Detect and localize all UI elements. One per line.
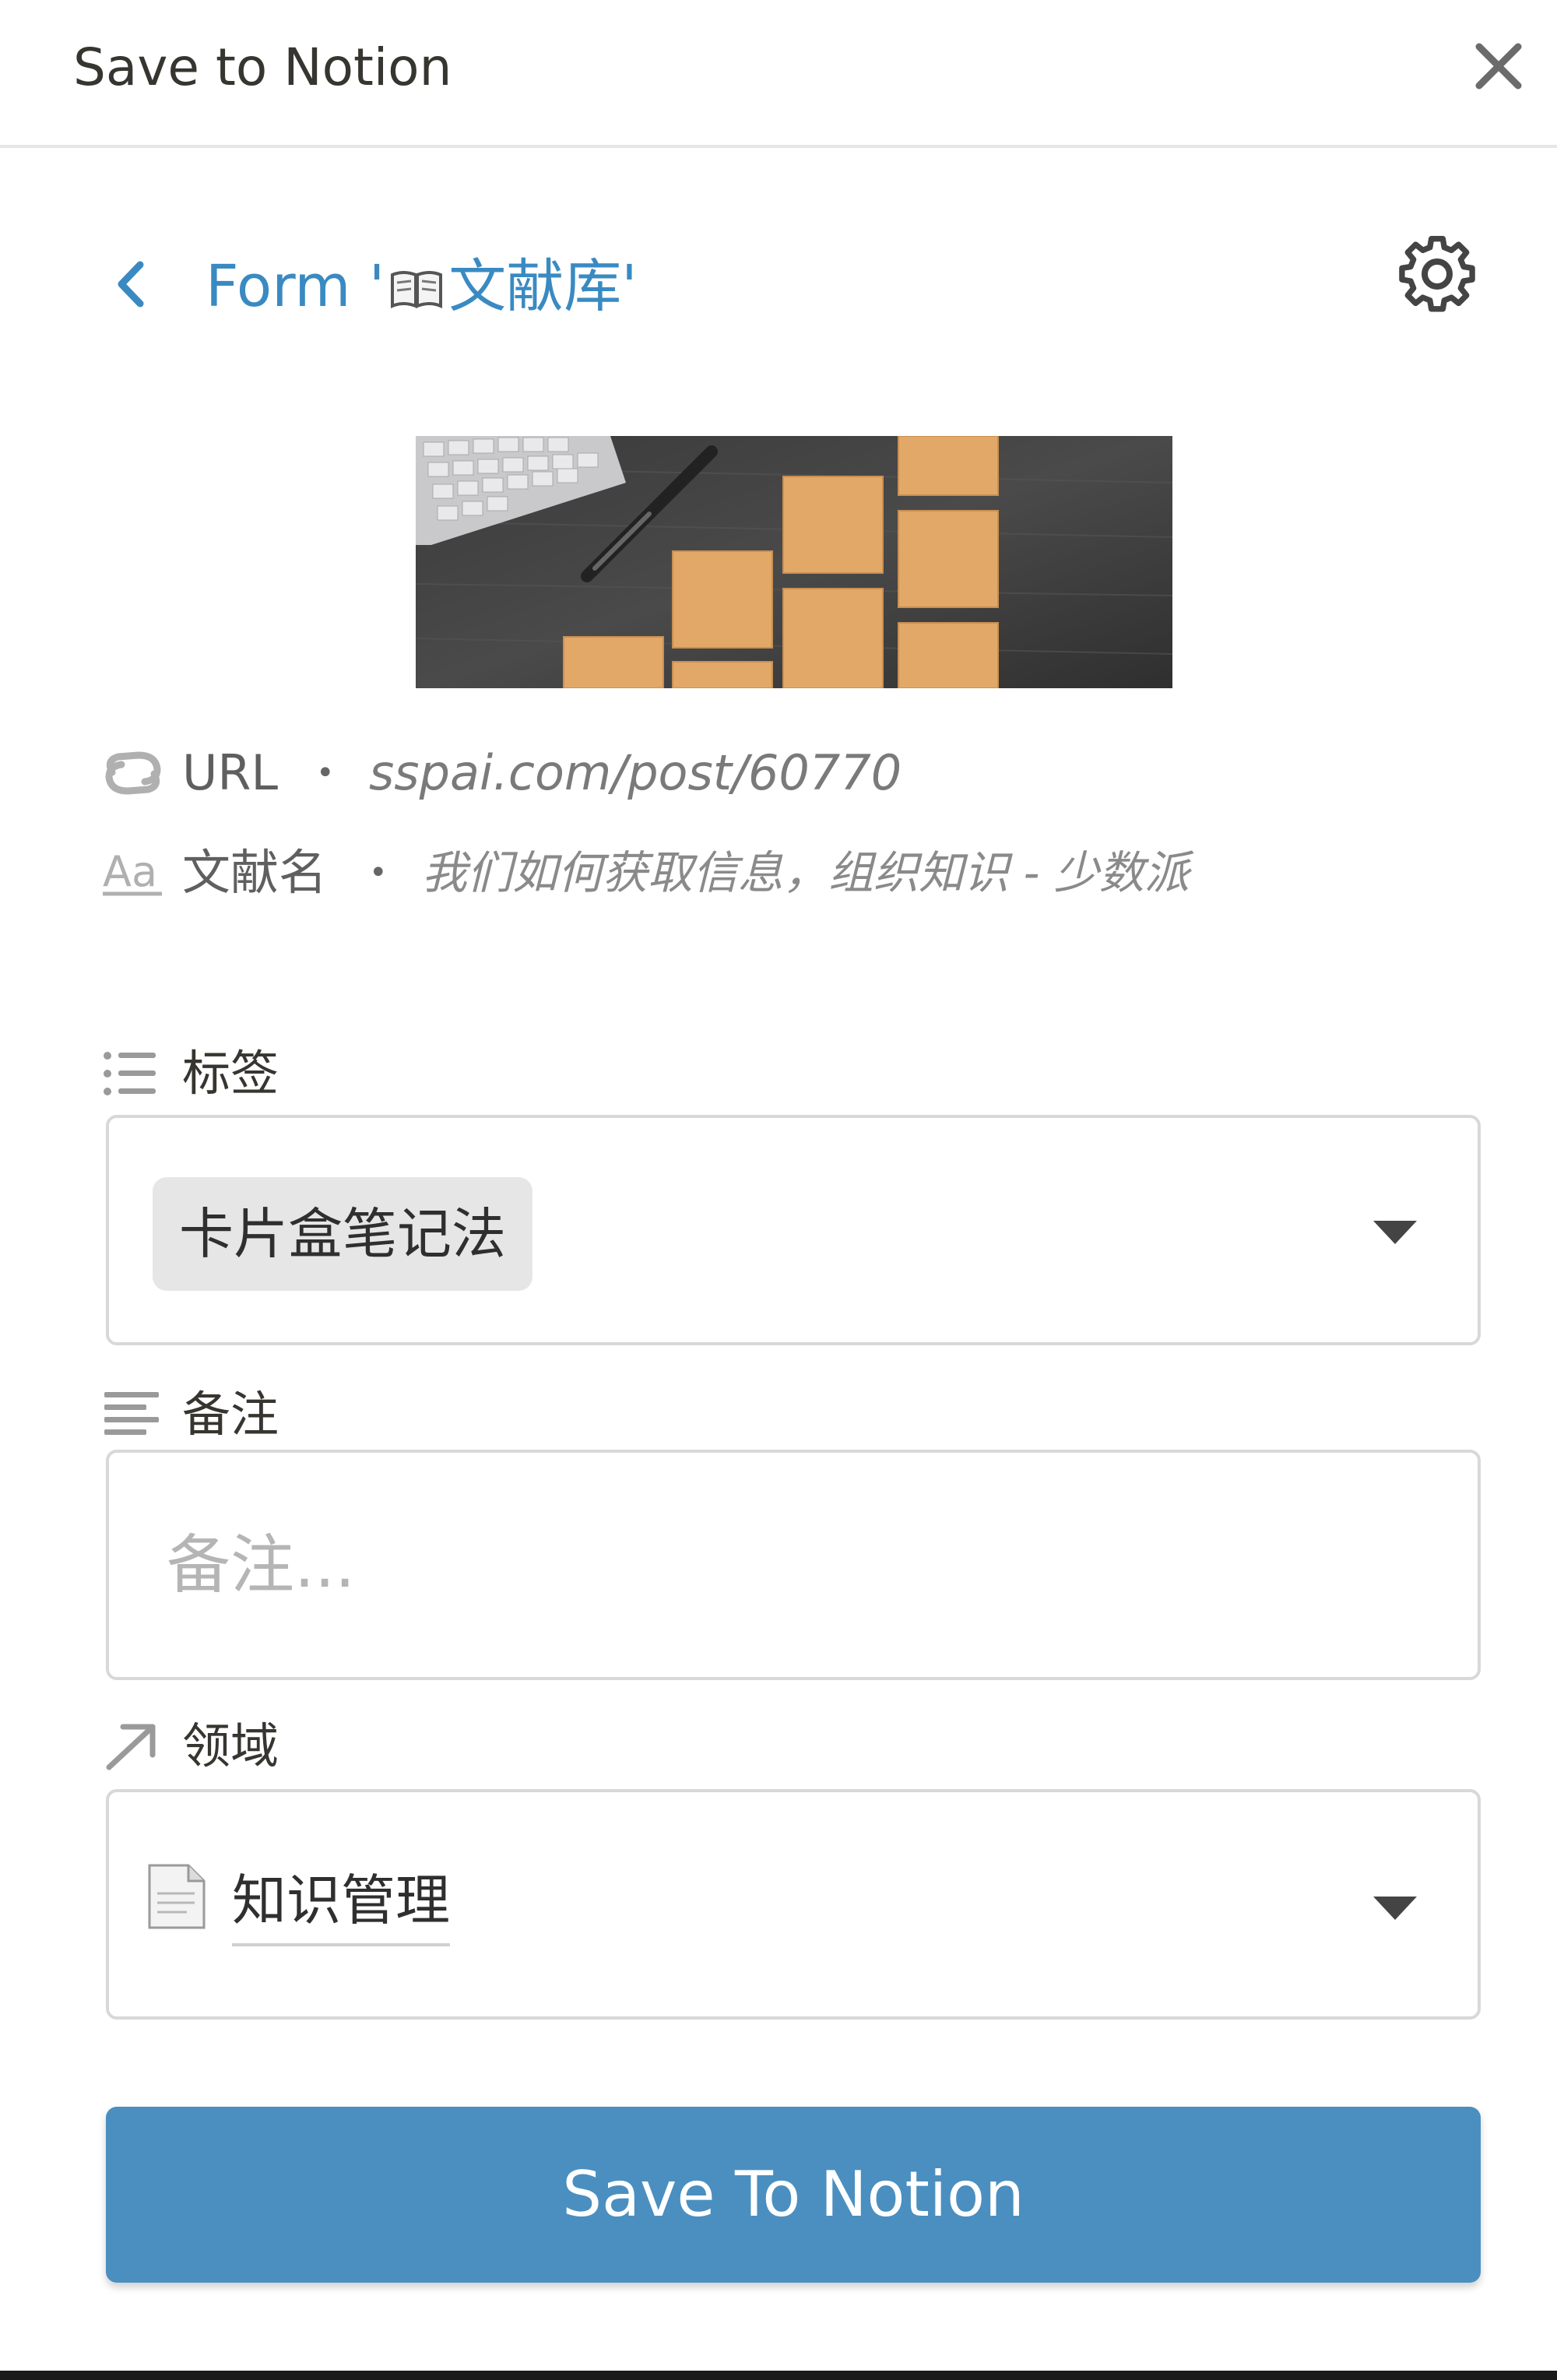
field-label-text: 标签 — [182, 1045, 279, 1102]
domain-select[interactable]: 知识管理 — [106, 1789, 1481, 2020]
form-title-db: 文献库 — [448, 253, 622, 320]
notes-input[interactable] — [112, 1456, 1474, 1674]
property-separator: • — [316, 755, 335, 791]
svg-text:Aa: Aa — [103, 849, 157, 896]
text-aa-icon: Aa — [103, 849, 162, 896]
relation-arrow-icon — [106, 1724, 156, 1770]
url-link-icon — [105, 751, 161, 795]
tags-select[interactable]: 卡片盒笔记法 — [106, 1115, 1481, 1345]
property-separator: • — [369, 855, 388, 891]
form-title-prefix: Form ' — [206, 253, 385, 320]
property-name-title: 文献名 — [182, 844, 328, 901]
notes-field[interactable] — [106, 1450, 1481, 1680]
property-value-url[interactable]: sspai.com/post/60770 — [369, 738, 902, 808]
multi-select-list-icon — [104, 1052, 156, 1095]
back-chevron-icon[interactable] — [109, 257, 153, 311]
form-title-suffix: ' — [621, 253, 638, 320]
property-url: URL • sspai.com/post/60770 — [101, 738, 902, 808]
gear-icon[interactable] — [1394, 230, 1481, 318]
save-to-notion-button[interactable]: Save To Notion — [106, 2107, 1481, 2283]
window-title: Save to Notion — [73, 37, 452, 97]
close-icon[interactable] — [1471, 39, 1526, 93]
chevron-down-icon[interactable] — [1373, 1221, 1417, 1244]
open-book-icon — [391, 271, 443, 309]
relation-item-label[interactable]: 知识管理 — [232, 1858, 450, 1946]
chevron-down-icon[interactable] — [1373, 1897, 1417, 1920]
field-label-text: 领域 — [182, 1717, 279, 1774]
page-icon — [148, 1864, 206, 1929]
window-bottom-edge — [0, 2371, 1557, 2380]
property-value-title: 我们如何获取信息，组织知识 - 少数派 — [422, 846, 1190, 899]
tag-chip[interactable]: 卡片盒笔记法 — [153, 1177, 532, 1291]
text-lines-icon — [104, 1392, 159, 1435]
form-title: Form ' 文献库' — [206, 248, 638, 325]
title-bar: Save to Notion — [0, 0, 1557, 148]
cover-image — [416, 436, 1172, 688]
field-label-text: 备注 — [182, 1386, 279, 1443]
property-name-url: URL — [182, 744, 279, 801]
property-title: Aa 文献名 • 我们如何获取信息，组织知识 - 少数派 — [101, 838, 1347, 908]
